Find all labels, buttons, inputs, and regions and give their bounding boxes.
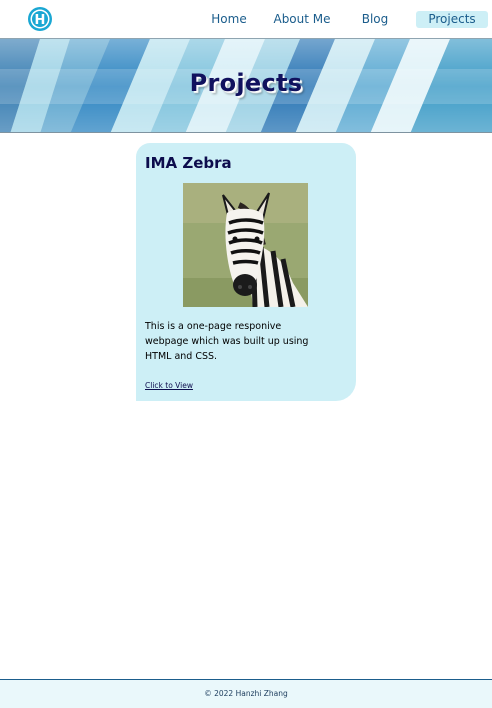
hero-banner: Projects: [0, 38, 492, 133]
site-footer: © 2022 Hanzhi Zhang: [0, 679, 492, 708]
page: H Home About Me Blog Projects Projects I…: [0, 0, 492, 708]
project-title: IMA Zebra: [145, 154, 232, 172]
nav-about-link[interactable]: About Me: [268, 11, 336, 28]
nav-projects-link[interactable]: Projects: [416, 11, 488, 28]
project-view-link[interactable]: Click to View: [145, 381, 193, 390]
main-nav: Home About Me Blog Projects: [0, 11, 492, 29]
page-title: Projects: [189, 69, 303, 97]
nav-blog-link[interactable]: Blog: [352, 11, 398, 28]
project-description: This is a one-page responive webpage whi…: [145, 321, 309, 362]
project-card: IMA Zebra This is a one-page responive w…: [136, 143, 356, 401]
zebra-photo: [183, 183, 308, 307]
copyright-text: © 2022 Hanzhi Zhang: [204, 689, 288, 698]
nav-home-link[interactable]: Home: [200, 11, 258, 28]
site-header: H Home About Me Blog Projects: [0, 0, 492, 38]
